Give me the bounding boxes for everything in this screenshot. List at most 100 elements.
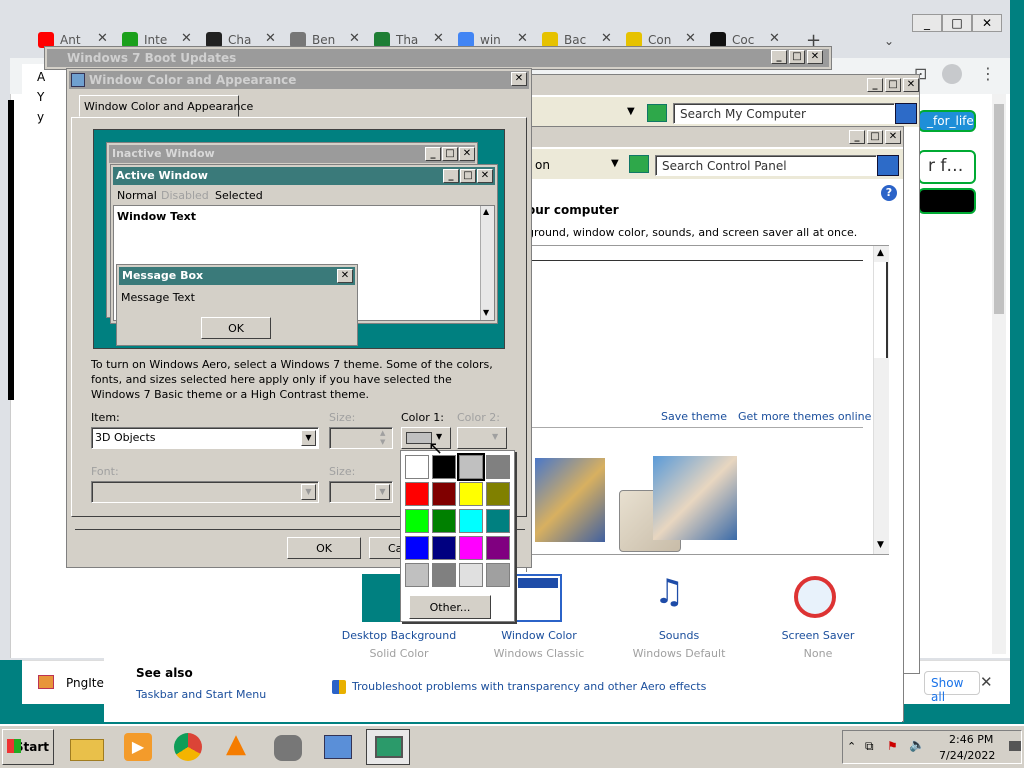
- volume-icon[interactable]: 🔈: [909, 738, 925, 753]
- hard-drive-icon[interactable]: [266, 729, 310, 765]
- refresh-icon[interactable]: [647, 104, 667, 122]
- ok-button[interactable]: OK: [287, 537, 361, 559]
- size-down-icon[interactable]: ▼: [380, 438, 385, 446]
- close-button[interactable]: ✕: [972, 14, 1002, 32]
- page-link-button[interactable]: _for_life: [918, 110, 976, 132]
- save-theme-link[interactable]: Save theme: [661, 410, 727, 423]
- color2-button[interactable]: ▼: [457, 427, 507, 449]
- tab-close-icon[interactable]: ✕: [601, 31, 612, 46]
- color-swatch[interactable]: [486, 509, 510, 533]
- tab-close-icon[interactable]: ✕: [433, 31, 444, 46]
- cp-maximize-button[interactable]: □: [867, 130, 883, 144]
- minimize-button[interactable]: _: [912, 14, 942, 32]
- color-swatch[interactable]: [405, 536, 429, 560]
- window-color-icon[interactable]: [514, 574, 562, 622]
- cp-address-tail[interactable]: on: [535, 158, 550, 172]
- boot-updates-window[interactable]: Windows 7 Boot Updates _ □ ✕: [44, 46, 832, 70]
- cp-item-label[interactable]: Screen Saver: [782, 629, 855, 642]
- color-swatch[interactable]: [459, 509, 483, 533]
- download-filename[interactable]: PngIte: [66, 676, 104, 690]
- tab-close-icon[interactable]: ✕: [265, 31, 276, 46]
- item-select[interactable]: 3D Objects ▼: [91, 427, 319, 449]
- color-swatch[interactable]: [459, 536, 483, 560]
- tab-window-color[interactable]: Window Color and Appearance: [79, 95, 253, 117]
- color-swatch[interactable]: [432, 482, 456, 506]
- cp-minimize-button[interactable]: _: [849, 130, 865, 144]
- start-button[interactable]: Start: [2, 729, 54, 765]
- cp-close-button[interactable]: ✕: [885, 130, 901, 144]
- size-spinner[interactable]: ▲ ▼: [329, 427, 393, 449]
- color-swatch[interactable]: [486, 563, 510, 587]
- color1-button[interactable]: ▼: [401, 427, 451, 449]
- size-up-icon[interactable]: ▲: [380, 429, 385, 437]
- boot-updates-title[interactable]: Windows 7 Boot Updates: [47, 49, 829, 67]
- color-swatch[interactable]: [486, 482, 510, 506]
- maximize-button[interactable]: □: [942, 14, 972, 32]
- computer-maximize-button[interactable]: □: [885, 78, 901, 92]
- color-swatch[interactable]: [432, 563, 456, 587]
- search-control-panel-input[interactable]: Search Control Panel: [655, 155, 877, 176]
- cp-refresh-icon[interactable]: [629, 155, 649, 173]
- font-size-dropdown-icon[interactable]: ▼: [375, 484, 390, 500]
- clock-time[interactable]: 2:46 PM: [949, 733, 993, 746]
- font-size-select[interactable]: ▼: [329, 481, 393, 503]
- color-swatch[interactable]: [486, 536, 510, 560]
- color-swatch[interactable]: [405, 563, 429, 587]
- color-swatch[interactable]: [486, 455, 510, 479]
- media-player-icon[interactable]: ▶: [116, 729, 160, 765]
- item-dropdown-icon[interactable]: ▼: [301, 430, 316, 446]
- theme-list[interactable]: ▲ ▼ Save theme Get more themes online: [527, 245, 889, 555]
- computer-titlebar[interactable]: [527, 75, 919, 95]
- theme-thumbnail-3[interactable]: [653, 456, 737, 540]
- scroll-up-icon[interactable]: ▲: [877, 248, 884, 258]
- boot-maximize-button[interactable]: □: [789, 50, 805, 64]
- troubleshoot-link[interactable]: Troubleshoot problems with transparency …: [352, 680, 706, 693]
- scrollbar-thumb[interactable]: [994, 104, 1004, 314]
- taskbar-start-menu-link[interactable]: Taskbar and Start Menu: [136, 688, 266, 701]
- search-my-computer-input[interactable]: Search My Computer: [673, 103, 895, 124]
- computer-minimize-button[interactable]: _: [867, 78, 883, 92]
- profile-avatar[interactable]: [942, 64, 962, 84]
- screen-saver-icon[interactable]: [794, 576, 836, 618]
- color-swatch[interactable]: [405, 455, 429, 479]
- desktop-background-swatch[interactable]: [362, 574, 402, 622]
- boot-minimize-button[interactable]: _: [771, 50, 787, 64]
- vlc-icon[interactable]: ▲: [216, 729, 260, 765]
- color-swatch[interactable]: [405, 482, 429, 506]
- color-swatch[interactable]: [459, 482, 483, 506]
- color-swatch[interactable]: [432, 509, 456, 533]
- show-desktop-icon[interactable]: [1009, 741, 1021, 751]
- sounds-icon[interactable]: ♫: [654, 572, 684, 612]
- theme-scrollbar[interactable]: ▲ ▼: [873, 246, 889, 554]
- color-swatch[interactable]: [457, 453, 485, 481]
- font-dropdown-icon[interactable]: ▼: [301, 484, 316, 500]
- show-all-button[interactable]: Show all: [924, 671, 980, 704]
- tray-expand-icon[interactable]: ⌃: [847, 740, 856, 753]
- search-icon[interactable]: [895, 103, 917, 124]
- tab-close-icon[interactable]: ✕: [685, 31, 696, 46]
- theme-thumbnail-1[interactable]: [535, 458, 605, 542]
- dialog-title[interactable]: Window Color and Appearance: [69, 71, 529, 89]
- display-properties-taskbar-icon[interactable]: [366, 729, 410, 765]
- cp-address-dropdown-icon[interactable]: ▼: [611, 158, 619, 169]
- dialog-close-button[interactable]: ✕: [511, 72, 527, 86]
- tab-close-icon[interactable]: ✕: [769, 31, 780, 46]
- file-explorer-icon[interactable]: [66, 729, 110, 765]
- flag-icon[interactable]: ⚑: [887, 739, 898, 753]
- cp-search-icon[interactable]: [877, 155, 899, 176]
- chrome-icon[interactable]: [166, 729, 210, 765]
- get-more-themes-link[interactable]: Get more themes online: [738, 410, 871, 423]
- tab-search-chevron-icon[interactable]: ⌄: [884, 34, 894, 48]
- tab-close-icon[interactable]: ✕: [97, 31, 108, 46]
- boot-close-button[interactable]: ✕: [807, 50, 823, 64]
- scroll-down-icon[interactable]: ▼: [877, 540, 884, 550]
- other-color-button[interactable]: Other...: [409, 595, 491, 619]
- computer-close-button[interactable]: ✕: [903, 78, 919, 92]
- address-dropdown-icon[interactable]: ▼: [627, 106, 635, 117]
- help-icon[interactable]: ?: [881, 185, 897, 201]
- tab-close-icon[interactable]: ✕: [181, 31, 192, 46]
- cp-item-label[interactable]: Window Color: [501, 629, 577, 642]
- font-select[interactable]: ▼: [91, 481, 319, 503]
- page-scrollbar[interactable]: [992, 94, 1006, 654]
- close-download-bar-icon[interactable]: ✕: [980, 673, 993, 691]
